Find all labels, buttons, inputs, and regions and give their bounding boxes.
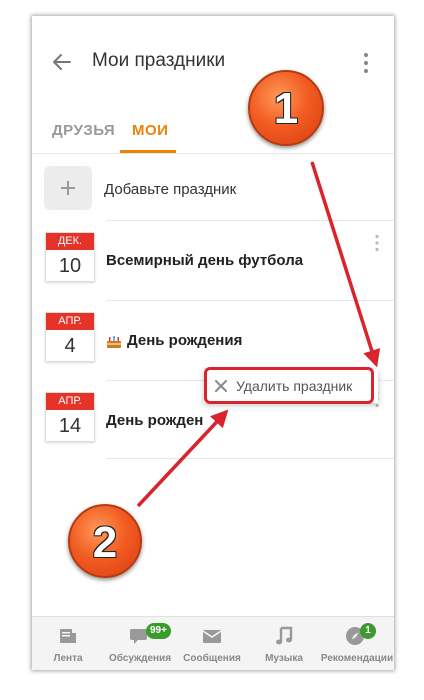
divider	[106, 300, 394, 301]
tab-bar: ДРУЗЬЯ МОИ	[32, 102, 394, 154]
tab-friends[interactable]: ДРУЗЬЯ	[52, 122, 115, 139]
page-title: Мои праздники	[92, 50, 226, 71]
event-month: АПР.	[46, 313, 94, 330]
notification-badge: 1	[360, 623, 376, 639]
event-day: 4	[64, 335, 76, 357]
callout-number-1: 1	[248, 70, 324, 146]
overflow-menu-icon[interactable]	[362, 52, 370, 74]
list-item[interactable]: ДЕК. 10 Всемирный день футбола	[32, 222, 394, 300]
event-name: День рождения	[127, 332, 243, 349]
calendar-date-icon: ДЕК. 10	[45, 232, 95, 282]
messages-icon	[202, 630, 222, 643]
event-name: Всемирный день футбола	[106, 252, 304, 269]
highlight-frame	[204, 367, 374, 404]
music-icon	[276, 626, 293, 645]
event-month: ДЕК.	[46, 233, 94, 250]
row-menu-icon[interactable]	[374, 234, 380, 252]
nav-item-music[interactable]: Музыка	[248, 617, 320, 670]
event-month: АПР.	[46, 393, 94, 410]
nav-label: Лента	[53, 653, 83, 664]
divider	[106, 220, 394, 221]
nav-item-messages[interactable]: Сообщения	[176, 617, 248, 670]
divider	[106, 458, 394, 459]
callout-label: 2	[92, 518, 118, 567]
tab-mine[interactable]: МОИ	[132, 122, 168, 139]
feed-icon	[60, 629, 76, 643]
event-day: 14	[58, 415, 82, 437]
notification-badge: 99+	[146, 623, 171, 639]
callout-number-2: 2	[68, 504, 142, 578]
add-holiday-button[interactable]	[44, 166, 92, 210]
back-arrow-icon[interactable]	[50, 50, 74, 74]
app-bar: Мои праздники	[32, 16, 394, 104]
nav-item-discussions[interactable]: 99+ Обсуждения	[104, 617, 176, 670]
event-day: 10	[58, 255, 82, 277]
nav-label: Сообщения	[183, 653, 241, 664]
add-holiday-row[interactable]: Добавьте праздник	[32, 154, 394, 220]
nav-label: Музыка	[265, 653, 303, 664]
event-name: День рожден	[106, 412, 204, 429]
callout-label: 1	[273, 84, 299, 133]
calendar-date-icon: АПР. 4	[45, 312, 95, 362]
cake-icon	[107, 336, 121, 348]
nav-item-feed[interactable]: Лента	[32, 617, 104, 670]
add-holiday-label: Добавьте праздник	[104, 181, 237, 198]
nav-label: Обсуждения	[108, 653, 172, 664]
calendar-date-icon: АПР. 14	[45, 392, 95, 442]
bottom-navigation: Лента 99+ Обсуждения Сообщения Музыка 1 …	[32, 616, 394, 670]
nav-label: Рекомендации	[320, 653, 394, 664]
nav-item-recommendations[interactable]: 1 Рекомендации	[320, 617, 394, 670]
